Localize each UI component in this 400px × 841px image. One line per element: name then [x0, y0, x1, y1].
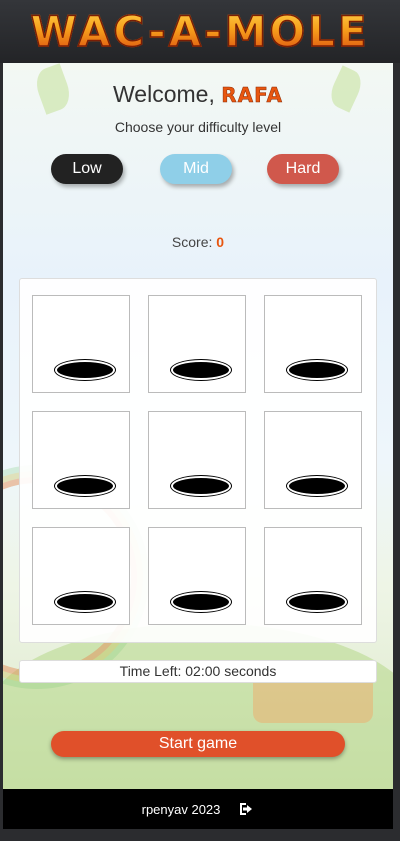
hole-icon — [171, 592, 231, 612]
score-value: 0 — [216, 234, 225, 250]
difficulty-low-button[interactable]: Low — [51, 154, 123, 184]
mole-cell[interactable] — [264, 295, 362, 393]
mole-cell[interactable] — [264, 411, 362, 509]
footer-credit: rpenyav 2023 — [141, 801, 221, 817]
difficulty-hard-button[interactable]: Hard — [267, 154, 339, 184]
hole-icon — [171, 360, 231, 380]
hole-icon — [55, 360, 115, 380]
hole-icon — [287, 592, 347, 612]
hole-icon — [55, 476, 115, 496]
mole-cell[interactable] — [32, 295, 130, 393]
score-display: Score: 0 — [3, 234, 393, 250]
hill-decoration — [3, 623, 393, 789]
difficulty-mid-button[interactable]: Mid — [160, 154, 232, 184]
player-name: RAFA — [221, 83, 283, 108]
page-footer: rpenyav 2023 — [3, 789, 393, 829]
time-left-display: Time Left: 02:00 seconds — [19, 660, 377, 683]
welcome-prefix: Welcome, — [113, 81, 215, 107]
mole-cell[interactable] — [32, 411, 130, 509]
mole-board — [19, 278, 377, 643]
mole-cell[interactable] — [148, 295, 246, 393]
mole-cell[interactable] — [264, 527, 362, 625]
hole-icon — [171, 476, 231, 496]
mole-cell[interactable] — [32, 527, 130, 625]
hole-icon — [287, 360, 347, 380]
score-label: Score: — [171, 234, 213, 250]
mole-cell[interactable] — [148, 411, 246, 509]
hole-icon — [287, 476, 347, 496]
start-game-button[interactable]: Start game — [51, 731, 345, 757]
logout-icon[interactable] — [238, 802, 254, 816]
welcome-heading: Welcome, RAFA — [3, 81, 393, 108]
game-panel: Welcome, RAFA Choose your difficulty lev… — [3, 63, 393, 789]
mole-cell[interactable] — [148, 527, 246, 625]
difficulty-prompt: Choose your difficulty level — [114, 119, 282, 135]
app-logo: WAC-A-MOLE — [30, 6, 370, 57]
app-header: WAC-A-MOLE — [0, 0, 400, 63]
hole-icon — [55, 592, 115, 612]
